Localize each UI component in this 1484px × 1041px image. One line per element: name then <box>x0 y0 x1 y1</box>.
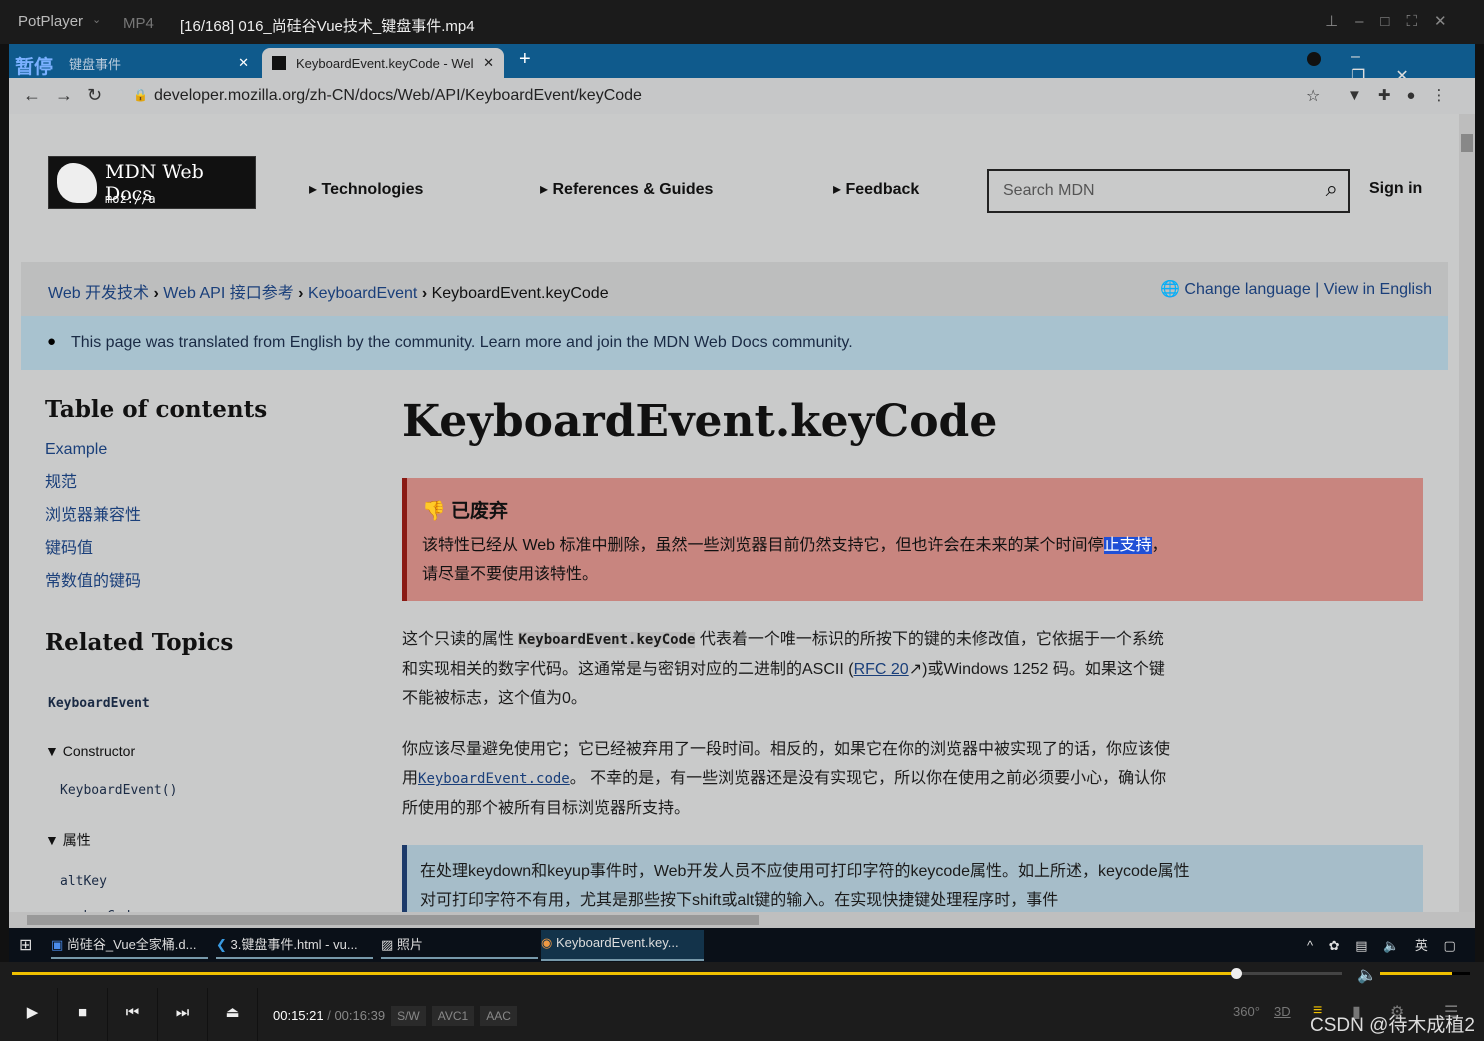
potplayer-menu[interactable]: PotPlayer <box>18 13 83 30</box>
windows-taskbar: ⊞ ▣ 尚硅谷_Vue全家桶.d... ❮ 3.键盘事件.html - vu..… <box>9 928 1475 962</box>
taskbar-photos[interactable]: ▨ 照片 <box>381 934 538 959</box>
player-titlebar: PotPlayer ⌄ MP4 [16/168] 016_尚硅谷Vue技术_键盘… <box>0 0 1484 44</box>
format-label: MP4 <box>123 15 154 32</box>
view-english-link[interactable]: View in English <box>1324 281 1432 298</box>
mdn-favicon-icon <box>272 56 286 70</box>
previous-icon[interactable]: ⏮ <box>108 988 158 1041</box>
chevron-down-icon[interactable]: ⌄ <box>92 13 101 26</box>
text-selection: 止支持 <box>1103 537 1152 554</box>
search-input[interactable]: Search MDN ⌕ <box>987 169 1350 213</box>
player-controls: 🔈 ▶ ■ ⏮ ⏭ ⏏ 00:15:21 / 00:16:39 S/W AVC1 AA… <box>0 962 1484 1041</box>
deprecated-title: 👎 已废弃 <box>422 501 508 522</box>
toc-item[interactable]: 规范 <box>45 468 345 492</box>
windows-start-icon[interactable]: ⊞ <box>19 935 32 955</box>
toc-item[interactable]: 键码值 <box>45 534 345 558</box>
taskbar-vscode[interactable]: ❮ 3.键盘事件.html - vu... <box>216 934 373 959</box>
deprecated-notice: 👎 已废弃 该特性已经从 Web 标准中删除，虽然一些浏览器目前仍然支持它，但也… <box>402 478 1423 601</box>
tab-keycode[interactable]: KeyboardEvent.keyCode - Wel ✕ <box>262 48 504 78</box>
tab-label: KeyboardEvent.keyCode - Wel <box>296 55 474 71</box>
dino-logo-icon <box>57 163 97 203</box>
new-tab-icon[interactable]: + <box>519 48 531 71</box>
keyboardevent-code-link[interactable]: KeyboardEvent.code <box>418 771 570 787</box>
sign-in-link[interactable]: Sign in <box>1369 180 1422 198</box>
toc-item[interactable]: 常数值的键码 <box>45 567 345 591</box>
sidebar: Table of contents Example 规范浏览器兼容性 键码值常数值的… <box>45 396 345 912</box>
paragraph-1: 这个只读的属性 KeyboardEvent.keyCode 代表着一个唯一标识的… <box>402 631 1165 707</box>
properties-toggle[interactable]: ▼ 属性 <box>45 830 345 850</box>
related-keyboardevent[interactable]: KeyboardEvent <box>48 696 345 711</box>
taskbar-chrome[interactable]: ◉ KeyboardEvent.key... <box>541 930 704 961</box>
volume-slider[interactable] <box>1380 972 1470 975</box>
eject-icon[interactable]: ⏏ <box>208 988 258 1041</box>
close-icon[interactable]: ✕ <box>238 55 249 71</box>
3d-button[interactable]: 3D <box>1274 1004 1291 1019</box>
community-link[interactable]: This page was translated from English by… <box>71 334 853 352</box>
mdn-page: MDN Web Docs moz://a ▸ Technologies ▸ Re… <box>9 114 1475 912</box>
window-controls[interactable]: ⊥–□⛶✕ <box>1325 12 1464 30</box>
360-button[interactable]: 360° <box>1233 1004 1260 1019</box>
tab-search-icon[interactable] <box>1307 52 1321 66</box>
toc-item[interactable]: Example <box>45 441 345 459</box>
url-input[interactable]: developer.mozilla.org/zh-CN/docs/Web/API… <box>154 87 642 105</box>
note-text: 在处理keydown和keyup事件时，Web开发人员不应使用可打印字符的key… <box>420 863 1190 909</box>
taskbar-word[interactable]: ▣ 尚硅谷_Vue全家桶.d... <box>51 934 208 959</box>
nav-feedback[interactable]: ▸ Feedback <box>833 179 919 199</box>
translation-banner: ● This page was translated from English … <box>21 316 1448 370</box>
page-title: KeyboardEvent.keyCode <box>402 396 998 447</box>
toc-list: Example 规范浏览器兼容性 键码值常数值的键码 <box>45 441 345 591</box>
stop-icon[interactable]: ■ <box>58 988 108 1041</box>
close-icon[interactable]: ✕ <box>483 55 494 71</box>
tab-label: 键盘事件 <box>69 56 122 72</box>
mdn-logo[interactable]: MDN Web Docs moz://a <box>48 156 256 209</box>
bookmark-star-icon[interactable]: ☆ <box>1306 86 1320 106</box>
horizontal-scrollbar[interactable] <box>9 912 1475 928</box>
paragraph-2: 你应该尽量避免使用它；它已经被弃用了一段时间。相反的，如果它在你的浏览器中被实现… <box>402 741 1171 817</box>
breadcrumb-item[interactable]: Web API 接口参考 <box>163 285 293 302</box>
paused-overlay: 暂停 <box>15 57 54 78</box>
search-icon[interactable]: ⌕ <box>1326 176 1338 202</box>
breadcrumb: Web 开发技术 › Web API 接口参考 › KeyboardEvent … <box>21 262 1448 316</box>
address-bar-row: ←→↻ 🔒 developer.mozilla.org/zh-CN/docs/W… <box>9 78 1475 114</box>
globe-icon: ● <box>47 333 57 350</box>
deprecated-text: 该特性已经从 Web 标准中删除，虽然一些浏览器目前仍然支持它，但也许会在未来的… <box>422 537 1168 583</box>
watermark: CSDN @待木成植2 <box>1310 1015 1475 1036</box>
toc-item[interactable]: 浏览器兼容性 <box>45 501 345 525</box>
breadcrumb-item[interactable]: KeyboardEvent <box>308 285 417 302</box>
nav-buttons[interactable]: ←→↻ <box>23 85 116 106</box>
time-display: 00:15:21 / 00:16:39 S/W AVC1 AAC <box>273 1006 517 1026</box>
system-tray[interactable]: ^ ✿ ▤ 🔈 英 ▢ <box>1307 935 1462 954</box>
next-icon[interactable]: ⏭ <box>158 988 208 1041</box>
video-title: [16/168] 016_尚硅谷Vue技术_键盘事件.mp4 <box>180 18 475 35</box>
toc-title: Table of contents <box>45 396 268 423</box>
play-icon[interactable]: ▶ <box>8 988 58 1041</box>
logo-sub: moz://a <box>105 192 156 206</box>
seek-bar[interactable] <box>12 968 1342 979</box>
constructor-item[interactable]: KeyboardEvent() <box>60 783 345 798</box>
change-language-link[interactable]: Change language <box>1184 281 1310 298</box>
property-item[interactable]: altKey <box>60 874 345 889</box>
volume-icon[interactable]: 🔈 <box>1357 965 1377 985</box>
rfc20-link[interactable]: RFC 20 <box>854 661 909 678</box>
external-link-icon: ↗ <box>908 661 923 678</box>
nav-references-guides[interactable]: ▸ References & Guides <box>540 179 713 199</box>
search-placeholder: Search MDN <box>1003 182 1095 199</box>
vertical-scrollbar[interactable] <box>1459 114 1475 912</box>
note-box: 在处理keydown和keyup事件时，Web开发人员不应使用可打印字符的key… <box>402 845 1423 912</box>
playback-buttons: ▶ ■ ⏮ ⏭ ⏏ <box>8 988 258 1041</box>
nav-technologies[interactable]: ▸ Technologies <box>309 179 423 199</box>
extension-icons[interactable]: ▼✚●⋮ <box>1347 86 1462 104</box>
translate-icon: 🌐 <box>1160 281 1180 298</box>
lock-icon: 🔒 <box>133 88 148 102</box>
related-title: Related Topics <box>45 629 234 656</box>
breadcrumb-current: KeyboardEvent.keyCode <box>431 285 609 302</box>
browser-tabbar: 键盘事件 ✕ 暂停 KeyboardEvent.keyCode - Wel ✕ + … <box>9 44 1475 85</box>
breadcrumb-item[interactable]: Web 开发技术 <box>48 285 149 302</box>
constructor-toggle[interactable]: ▼ Constructor <box>45 743 345 759</box>
